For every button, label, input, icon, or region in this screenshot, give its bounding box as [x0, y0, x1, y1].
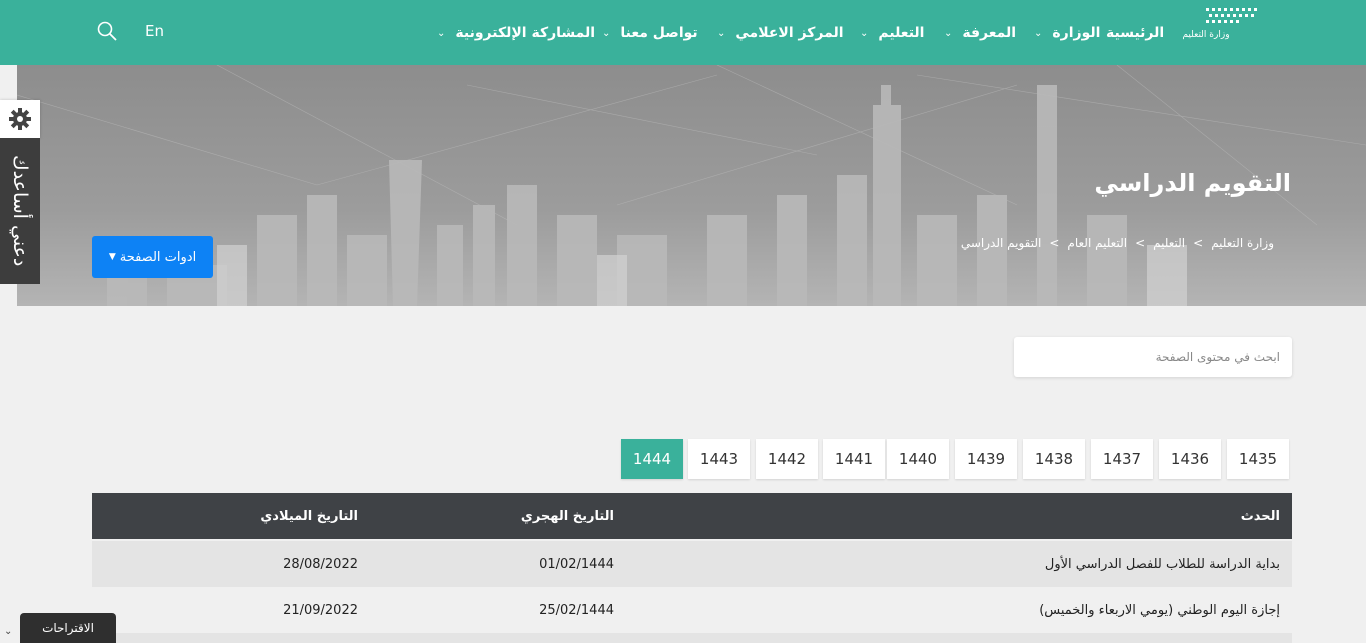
year-tab-1437[interactable]: 1437	[1091, 439, 1153, 479]
nav-ministry[interactable]: الوزارة ⌄	[1034, 22, 1100, 44]
top-navbar: وزارة التعليم الرئيسية الوزارة ⌄ المعرفة…	[0, 0, 1366, 65]
help-me-label: دعني أساعدك	[9, 155, 31, 267]
year-tab-1442[interactable]: 1442	[756, 439, 818, 479]
breadcrumb-item[interactable]: وزارة التعليم	[1211, 236, 1274, 250]
year-tab-1444[interactable]: 1444	[621, 439, 683, 479]
caret-down-icon: ▼	[108, 252, 116, 262]
year-tab-1436[interactable]: 1436	[1159, 439, 1221, 479]
page-title: التقويم الدراسي	[1094, 169, 1291, 197]
table-row: بداية الدراسة للطلاب للفصل الدراسي الأول…	[92, 541, 1292, 587]
year-tab-1435[interactable]: 1435	[1227, 439, 1289, 479]
chevron-down-icon: ⌄	[1034, 27, 1043, 39]
year-tab-1439[interactable]: 1439	[955, 439, 1017, 479]
suggestions-label: الاقتراحات	[42, 621, 94, 635]
chevron-down-icon: ⌄	[437, 27, 446, 39]
header-hijri-date: التاريخ الهجري	[520, 508, 614, 524]
nav-education[interactable]: التعليم ⌄	[860, 22, 924, 44]
cell-gregorian-date: 21/09/2022	[283, 602, 358, 618]
nav-e-participation-label: المشاركة الإلكترونية	[455, 25, 596, 41]
chevron-down-icon: ⌄	[717, 27, 726, 39]
help-me-tab[interactable]: دعني أساعدك	[0, 138, 40, 284]
chevron-down-icon: ⌄	[860, 27, 869, 39]
table-row	[92, 633, 1292, 643]
logo-mark-icon	[1206, 8, 1257, 23]
suggestions-tab[interactable]: الاقتراحات	[20, 613, 116, 643]
chevron-down-icon: ⌄	[602, 27, 611, 39]
search-icon[interactable]	[96, 20, 118, 42]
nav-home[interactable]: الرئيسية	[1106, 22, 1164, 44]
language-toggle[interactable]: En	[145, 22, 164, 40]
nav-e-participation[interactable]: المشاركة الإلكترونية ⌄	[437, 22, 595, 44]
page-tools-button[interactable]: ادوات الصفحة ▼	[92, 236, 213, 278]
cell-gregorian-date: 28/08/2022	[283, 556, 358, 572]
page-tools-label: ادوات الصفحة	[119, 249, 197, 265]
chevron-down-icon: ⌄	[944, 27, 953, 39]
cell-hijri-date: 01/02/1444	[539, 556, 614, 572]
nav-home-label: الرئيسية	[1106, 25, 1165, 41]
breadcrumb-current: التقويم الدراسي	[960, 236, 1042, 250]
year-tab-1440[interactable]: 1440	[887, 439, 949, 479]
breadcrumb-item[interactable]: التعليم العام	[1067, 236, 1127, 250]
breadcrumb-item[interactable]: التعليم	[1153, 236, 1185, 250]
nav-ministry-label: الوزارة	[1052, 25, 1101, 41]
gear-icon[interactable]	[0, 100, 40, 138]
breadcrumb-separator: >	[1049, 236, 1060, 250]
ministry-logo[interactable]: وزارة التعليم	[1176, 6, 1266, 50]
logo-text: وزارة التعليم	[1182, 30, 1230, 40]
nav-media-center-label: المركز الاعلامي	[735, 25, 844, 41]
hero-banner: التقويم الدراسي	[17, 65, 1366, 306]
nav-knowledge-label: المعرفة	[962, 25, 1017, 41]
cell-hijri-date: 25/02/1444	[539, 602, 614, 618]
cell-event: بداية الدراسة للطلاب للفصل الدراسي الأول	[1044, 556, 1280, 572]
calendar-table-header: الحدث التاريخ الهجري التاريخ الميلادي	[92, 493, 1292, 539]
header-event: الحدث	[1240, 508, 1280, 524]
table-row: إجازة اليوم الوطني (يومي الاربعاء والخمي…	[92, 587, 1292, 633]
chevron-down-icon[interactable]: ⌄	[4, 626, 12, 637]
year-tab-1441[interactable]: 1441	[823, 439, 885, 479]
page-search-input[interactable]	[1014, 337, 1292, 377]
nav-knowledge[interactable]: المعرفة ⌄	[944, 22, 1016, 44]
year-tab-1443[interactable]: 1443	[688, 439, 750, 479]
year-tab-1438[interactable]: 1438	[1023, 439, 1085, 479]
nav-contact-label: تواصل معنا	[620, 25, 698, 41]
nav-education-label: التعليم	[878, 25, 925, 41]
cell-event: إجازة اليوم الوطني (يومي الاربعاء والخمي…	[1039, 602, 1280, 618]
breadcrumb-separator: >	[1135, 236, 1146, 250]
breadcrumb-separator: >	[1193, 236, 1204, 250]
nav-contact[interactable]: تواصل معنا ⌄	[602, 22, 698, 44]
nav-media-center[interactable]: المركز الاعلامي ⌄	[717, 22, 844, 44]
breadcrumb: وزارة التعليم > التعليم > التعليم العام …	[961, 236, 1274, 250]
header-gregorian-date: التاريخ الميلادي	[260, 508, 358, 524]
